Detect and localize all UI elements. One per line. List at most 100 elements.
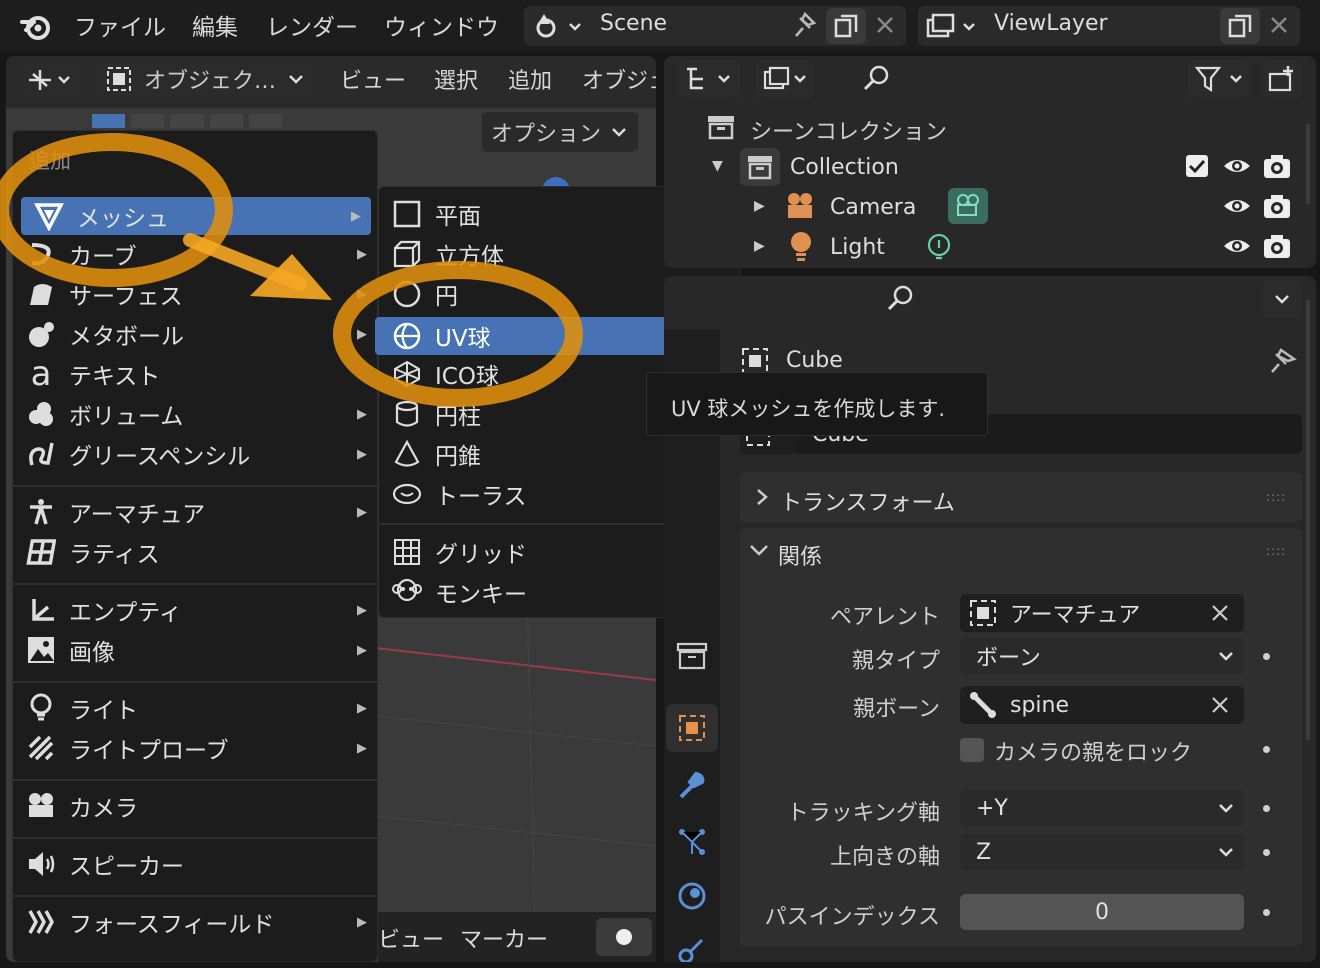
collection-checkbox[interactable]	[1186, 155, 1208, 177]
drag-handle-icon[interactable]: ::::	[1266, 544, 1286, 558]
menu-file[interactable]: ファイル	[74, 8, 166, 42]
menu-edit[interactable]: 編集	[192, 8, 238, 42]
metaball-icon	[13, 319, 69, 349]
menu-item-camera[interactable]: カメラ	[13, 787, 377, 825]
scene-name[interactable]: Scene	[600, 11, 667, 36]
chevron-down-icon	[1219, 848, 1233, 857]
filter-icon[interactable]	[1188, 60, 1250, 98]
menu-item-empty[interactable]: エンプティ ▶	[13, 591, 377, 629]
eye-icon[interactable]	[1222, 194, 1252, 224]
outliner-editor-type-icon[interactable]	[678, 60, 740, 98]
parent-bone-field[interactable]: spine	[960, 686, 1244, 724]
menu-item-speaker[interactable]: スピーカー	[13, 845, 377, 883]
pin-icon[interactable]	[1268, 346, 1298, 382]
editor-type-icon[interactable]	[20, 60, 80, 98]
constraints-tab-icon[interactable]	[676, 936, 708, 968]
collapse-arrow-icon[interactable]: ▼	[712, 158, 723, 174]
timeline-menu-marker[interactable]: マーカー	[460, 922, 548, 954]
scene-collection-icon	[706, 112, 736, 148]
submenu-arrow-icon: ▶	[357, 246, 367, 262]
parent-type-dropdown[interactable]: ボーン	[960, 638, 1244, 674]
camera-item-label[interactable]: Camera	[830, 195, 916, 220]
pass-index-input[interactable]: 0	[960, 894, 1244, 930]
up-axis-dropdown[interactable]: Z	[960, 834, 1244, 870]
collection-label[interactable]: Collection	[790, 155, 899, 180]
render-camera-icon[interactable]	[1262, 192, 1292, 226]
light-data-icon[interactable]	[924, 232, 954, 268]
viewlayer-icon[interactable]	[924, 10, 980, 48]
select-mode-buttons[interactable]	[92, 114, 283, 128]
render-camera-icon[interactable]	[1262, 152, 1292, 186]
animate-property-dot[interactable]	[1263, 849, 1270, 856]
mesh-icon	[21, 201, 77, 231]
viewport-menu-add[interactable]: 追加	[508, 63, 552, 95]
pin-icon[interactable]	[788, 10, 818, 46]
viewport-menu-select[interactable]: 選択	[434, 63, 478, 95]
properties-scrollbar[interactable]	[1306, 300, 1310, 740]
menu-item-light-probe[interactable]: ライトプローブ ▶	[13, 729, 377, 767]
chevron-down-icon	[1219, 804, 1233, 813]
blender-logo-icon[interactable]	[20, 10, 54, 42]
menu-item-force-field[interactable]: フォースフィールド ▶	[13, 903, 377, 941]
menu-item-image[interactable]: 画像 ▶	[13, 631, 377, 669]
eye-icon[interactable]	[1222, 154, 1252, 184]
volume-icon	[13, 399, 69, 429]
outliner-scrollbar[interactable]	[1306, 124, 1310, 204]
expand-arrow-icon[interactable]: ▶	[754, 198, 765, 214]
relations-label[interactable]: 関係	[778, 539, 822, 571]
eye-icon[interactable]	[1222, 234, 1252, 264]
object-tab-icon[interactable]	[666, 704, 718, 752]
menu-item-armature[interactable]: アーマチュア ▶	[13, 493, 377, 531]
viewport-menu-object[interactable]: オブジェ	[582, 63, 656, 95]
viewport-menu-view[interactable]: ビュー	[340, 63, 406, 95]
scene-collection-label[interactable]: シーンコレクション	[750, 114, 947, 146]
close-scene-icon[interactable]	[872, 12, 898, 44]
clear-icon[interactable]	[1210, 603, 1230, 623]
record-button[interactable]	[596, 918, 652, 956]
lock-camera-label[interactable]: カメラの親をロック	[994, 735, 1192, 767]
scene-icon[interactable]	[530, 10, 584, 48]
expand-arrow-icon[interactable]: ▶	[754, 238, 765, 254]
animate-property-dot[interactable]	[1263, 909, 1270, 916]
close-viewlayer-icon[interactable]	[1266, 12, 1292, 44]
menu-window[interactable]: ウィンドウ	[384, 8, 499, 42]
physics-tab-icon[interactable]	[676, 880, 708, 918]
menu-item-curve[interactable]: カーブ ▶	[13, 235, 377, 273]
drag-handle-icon[interactable]: ::::	[1266, 490, 1286, 504]
render-camera-icon[interactable]	[1262, 232, 1292, 266]
new-scene-icon[interactable]	[826, 8, 866, 44]
menu-item-volume[interactable]: ボリューム ▶	[13, 395, 377, 433]
menu-item-metaball[interactable]: メタボール ▶	[13, 315, 377, 353]
chevron-down-icon[interactable]	[748, 540, 770, 566]
speaker-label: スピーカー	[69, 854, 184, 880]
menu-item-mesh[interactable]: メッシュ ▶	[21, 197, 371, 235]
menu-item-light[interactable]: ライト ▶	[13, 689, 377, 727]
new-collection-icon[interactable]	[1262, 60, 1302, 98]
collection-tab-icon[interactable]	[676, 640, 708, 678]
submenu-arrow-icon: ▶	[357, 504, 367, 520]
menu-render[interactable]: レンダー	[266, 8, 358, 42]
parent-field[interactable]: アーマチュア	[960, 594, 1244, 632]
modifier-tab-icon[interactable]	[676, 770, 708, 808]
tracking-axis-dropdown[interactable]: +Y	[960, 790, 1244, 826]
light-item-label[interactable]: Light	[830, 235, 885, 260]
new-viewlayer-icon[interactable]	[1220, 8, 1260, 44]
chevron-down-icon[interactable]	[1262, 280, 1302, 318]
menu-item-grease-pencil[interactable]: グリースペンシル ▶	[13, 435, 377, 473]
animate-property-dot[interactable]	[1263, 746, 1270, 753]
display-mode-icon[interactable]	[756, 60, 814, 98]
animate-property-dot[interactable]	[1263, 653, 1270, 660]
particles-tab-icon[interactable]	[676, 826, 708, 864]
menu-item-text[interactable]: a テキスト	[13, 355, 377, 393]
lock-camera-checkbox[interactable]	[960, 738, 984, 762]
clear-icon[interactable]	[1210, 695, 1230, 715]
timeline-menu-view[interactable]: ビュー	[378, 922, 444, 954]
menu-item-lattice[interactable]: ラティス	[13, 533, 377, 571]
menu-item-surface[interactable]: サーフェス ▶	[13, 275, 377, 313]
options-dropdown[interactable]: オプション	[482, 112, 638, 152]
grid-icon	[379, 537, 435, 567]
camera-data-icon[interactable]	[948, 188, 988, 224]
viewlayer-name[interactable]: ViewLayer	[994, 11, 1108, 36]
mode-selector[interactable]: オブジェク…	[96, 60, 312, 98]
animate-property-dot[interactable]	[1263, 805, 1270, 812]
